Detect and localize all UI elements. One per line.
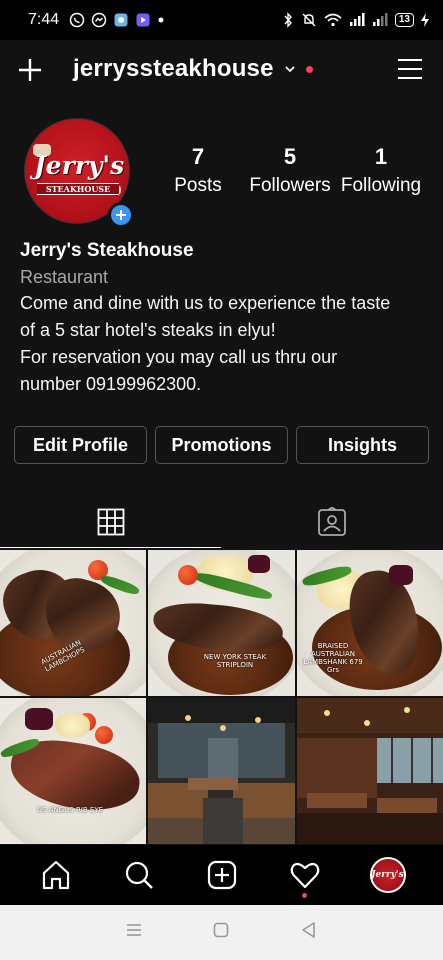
logo-text: Jerry's (33, 151, 125, 180)
bio-line: Come and dine with us to experience the … (20, 293, 391, 313)
mashed-potato-image (55, 713, 90, 738)
beet-image (25, 708, 53, 730)
bio-line: of a 5 star hotel's steaks in elyu! (20, 320, 276, 340)
promotions-button[interactable]: Promotions (155, 426, 288, 464)
menu-button[interactable] (397, 56, 423, 82)
post-thumbnail[interactable] (148, 698, 295, 844)
activity-notification-dot (301, 893, 307, 898)
chevron-down-icon (285, 66, 295, 73)
following-label: Following (340, 175, 422, 196)
profile-tabs (0, 496, 443, 548)
hamburger-menu-icon (398, 59, 422, 79)
beet-image (389, 565, 413, 585)
home-square-icon (214, 922, 229, 938)
post-caption: BRAISED AUSTRALIAN LAMBSHANK 679 Grs (303, 642, 363, 674)
bluetooth-icon (282, 12, 294, 28)
mute-bell-icon (301, 12, 317, 28)
back-system-button[interactable] (300, 921, 318, 944)
post-thumbnail[interactable]: AUSTRALIAN LAMBCHOPS (0, 550, 146, 696)
mini-logo-text: Jerry's (371, 870, 404, 880)
beet-image (248, 555, 270, 573)
more-notifications-dot-icon (157, 16, 165, 24)
bottom-navigation: Jerry's (0, 845, 443, 905)
charging-icon (421, 13, 429, 27)
posts-label: Posts (174, 175, 222, 196)
followers-label: Followers (249, 175, 331, 196)
home-icon (42, 860, 69, 890)
nav-create[interactable] (200, 853, 244, 897)
grid-icon (97, 508, 124, 535)
profile-avatar[interactable]: Jerry's STEAKHOUSE (24, 118, 134, 228)
app-notification-icon (113, 12, 129, 28)
plus-icon (19, 59, 41, 81)
add-story-button[interactable] (108, 202, 134, 228)
signal-icon-2 (372, 13, 388, 27)
profile-bio: Jerry's Steakhouse Restaurant Come and d… (20, 238, 432, 398)
unread-dot (305, 65, 313, 73)
whatsapp-icon (69, 12, 85, 28)
account-username: jerryssteakhouse (73, 55, 274, 82)
instagram-profile-screen: jerryssteakhouse Jerry's STEAKHOUSE 7 Po… (0, 40, 443, 905)
posts-grid: AUSTRALIAN LAMBCHOPS NEW YORK STEAK STRI… (0, 550, 443, 845)
tagged-person-icon (317, 507, 346, 536)
bio-line: For reservation you may call us thru our (20, 347, 338, 367)
status-bar: 7:44 13 (0, 0, 443, 40)
back-triangle-icon (302, 922, 315, 938)
heart-icon (290, 862, 319, 889)
nav-search[interactable] (117, 853, 161, 897)
restaurant-interior-image (297, 698, 443, 844)
post-thumbnail[interactable]: US ANGUS RIB EYE (0, 698, 146, 844)
app-notification-icon-2 (135, 12, 151, 28)
category-label: Restaurant (20, 267, 109, 287)
battery-level: 13 (394, 13, 414, 27)
post-caption: NEW YORK STEAK STRIPLOIN (203, 653, 267, 669)
posts-value: 7 (191, 144, 205, 169)
logo-subtext: STEAKHOUSE (37, 183, 119, 195)
status-time: 7:44 (28, 11, 60, 28)
following-value: 1 (374, 144, 388, 169)
tab-tagged[interactable] (221, 496, 442, 548)
tomato-image (178, 565, 198, 585)
signal-icon (349, 13, 365, 27)
recent-apps-button[interactable] (125, 922, 143, 943)
plus-icon (116, 210, 126, 220)
nav-home[interactable] (34, 853, 78, 897)
followers-value: 5 (283, 144, 297, 169)
tomato-image (95, 726, 113, 744)
post-thumbnail[interactable] (297, 698, 443, 844)
profile-avatar-icon: Jerry's (369, 857, 406, 893)
app-header: jerryssteakhouse (0, 40, 443, 100)
nav-activity[interactable] (283, 853, 327, 898)
notification-icons (69, 12, 165, 28)
new-post-button[interactable] (16, 56, 44, 84)
post-caption: US ANGUS RIB EYE (36, 806, 104, 814)
system-icons: 13 (282, 12, 429, 28)
wifi-icon (324, 13, 342, 27)
add-post-icon (207, 860, 236, 890)
post-thumbnail[interactable]: NEW YORK STEAK STRIPLOIN (148, 550, 295, 696)
recent-apps-icon (126, 924, 141, 936)
following-count[interactable]: 1 Following (338, 144, 424, 200)
system-navigation-bar (0, 905, 443, 960)
search-icon (125, 861, 153, 889)
display-name: Jerry's Steakhouse (20, 240, 194, 261)
posts-count[interactable]: 7 Posts (166, 144, 230, 200)
insights-button[interactable]: Insights (296, 426, 429, 464)
restaurant-interior-image (148, 698, 295, 844)
post-thumbnail[interactable]: BRAISED AUSTRALIAN LAMBSHANK 679 Grs (297, 550, 443, 696)
home-system-button[interactable] (212, 921, 230, 944)
edit-profile-button[interactable]: Edit Profile (14, 426, 147, 464)
messenger-icon (91, 12, 107, 28)
account-switcher[interactable]: jerryssteakhouse (73, 55, 313, 83)
tab-posts-grid[interactable] (0, 496, 221, 548)
profile-action-buttons: Edit Profile Promotions Insights (14, 426, 429, 464)
bio-line: number 09199962300. (20, 374, 202, 394)
nav-profile[interactable]: Jerry's (366, 853, 410, 897)
followers-count[interactable]: 5 Followers (244, 144, 336, 200)
